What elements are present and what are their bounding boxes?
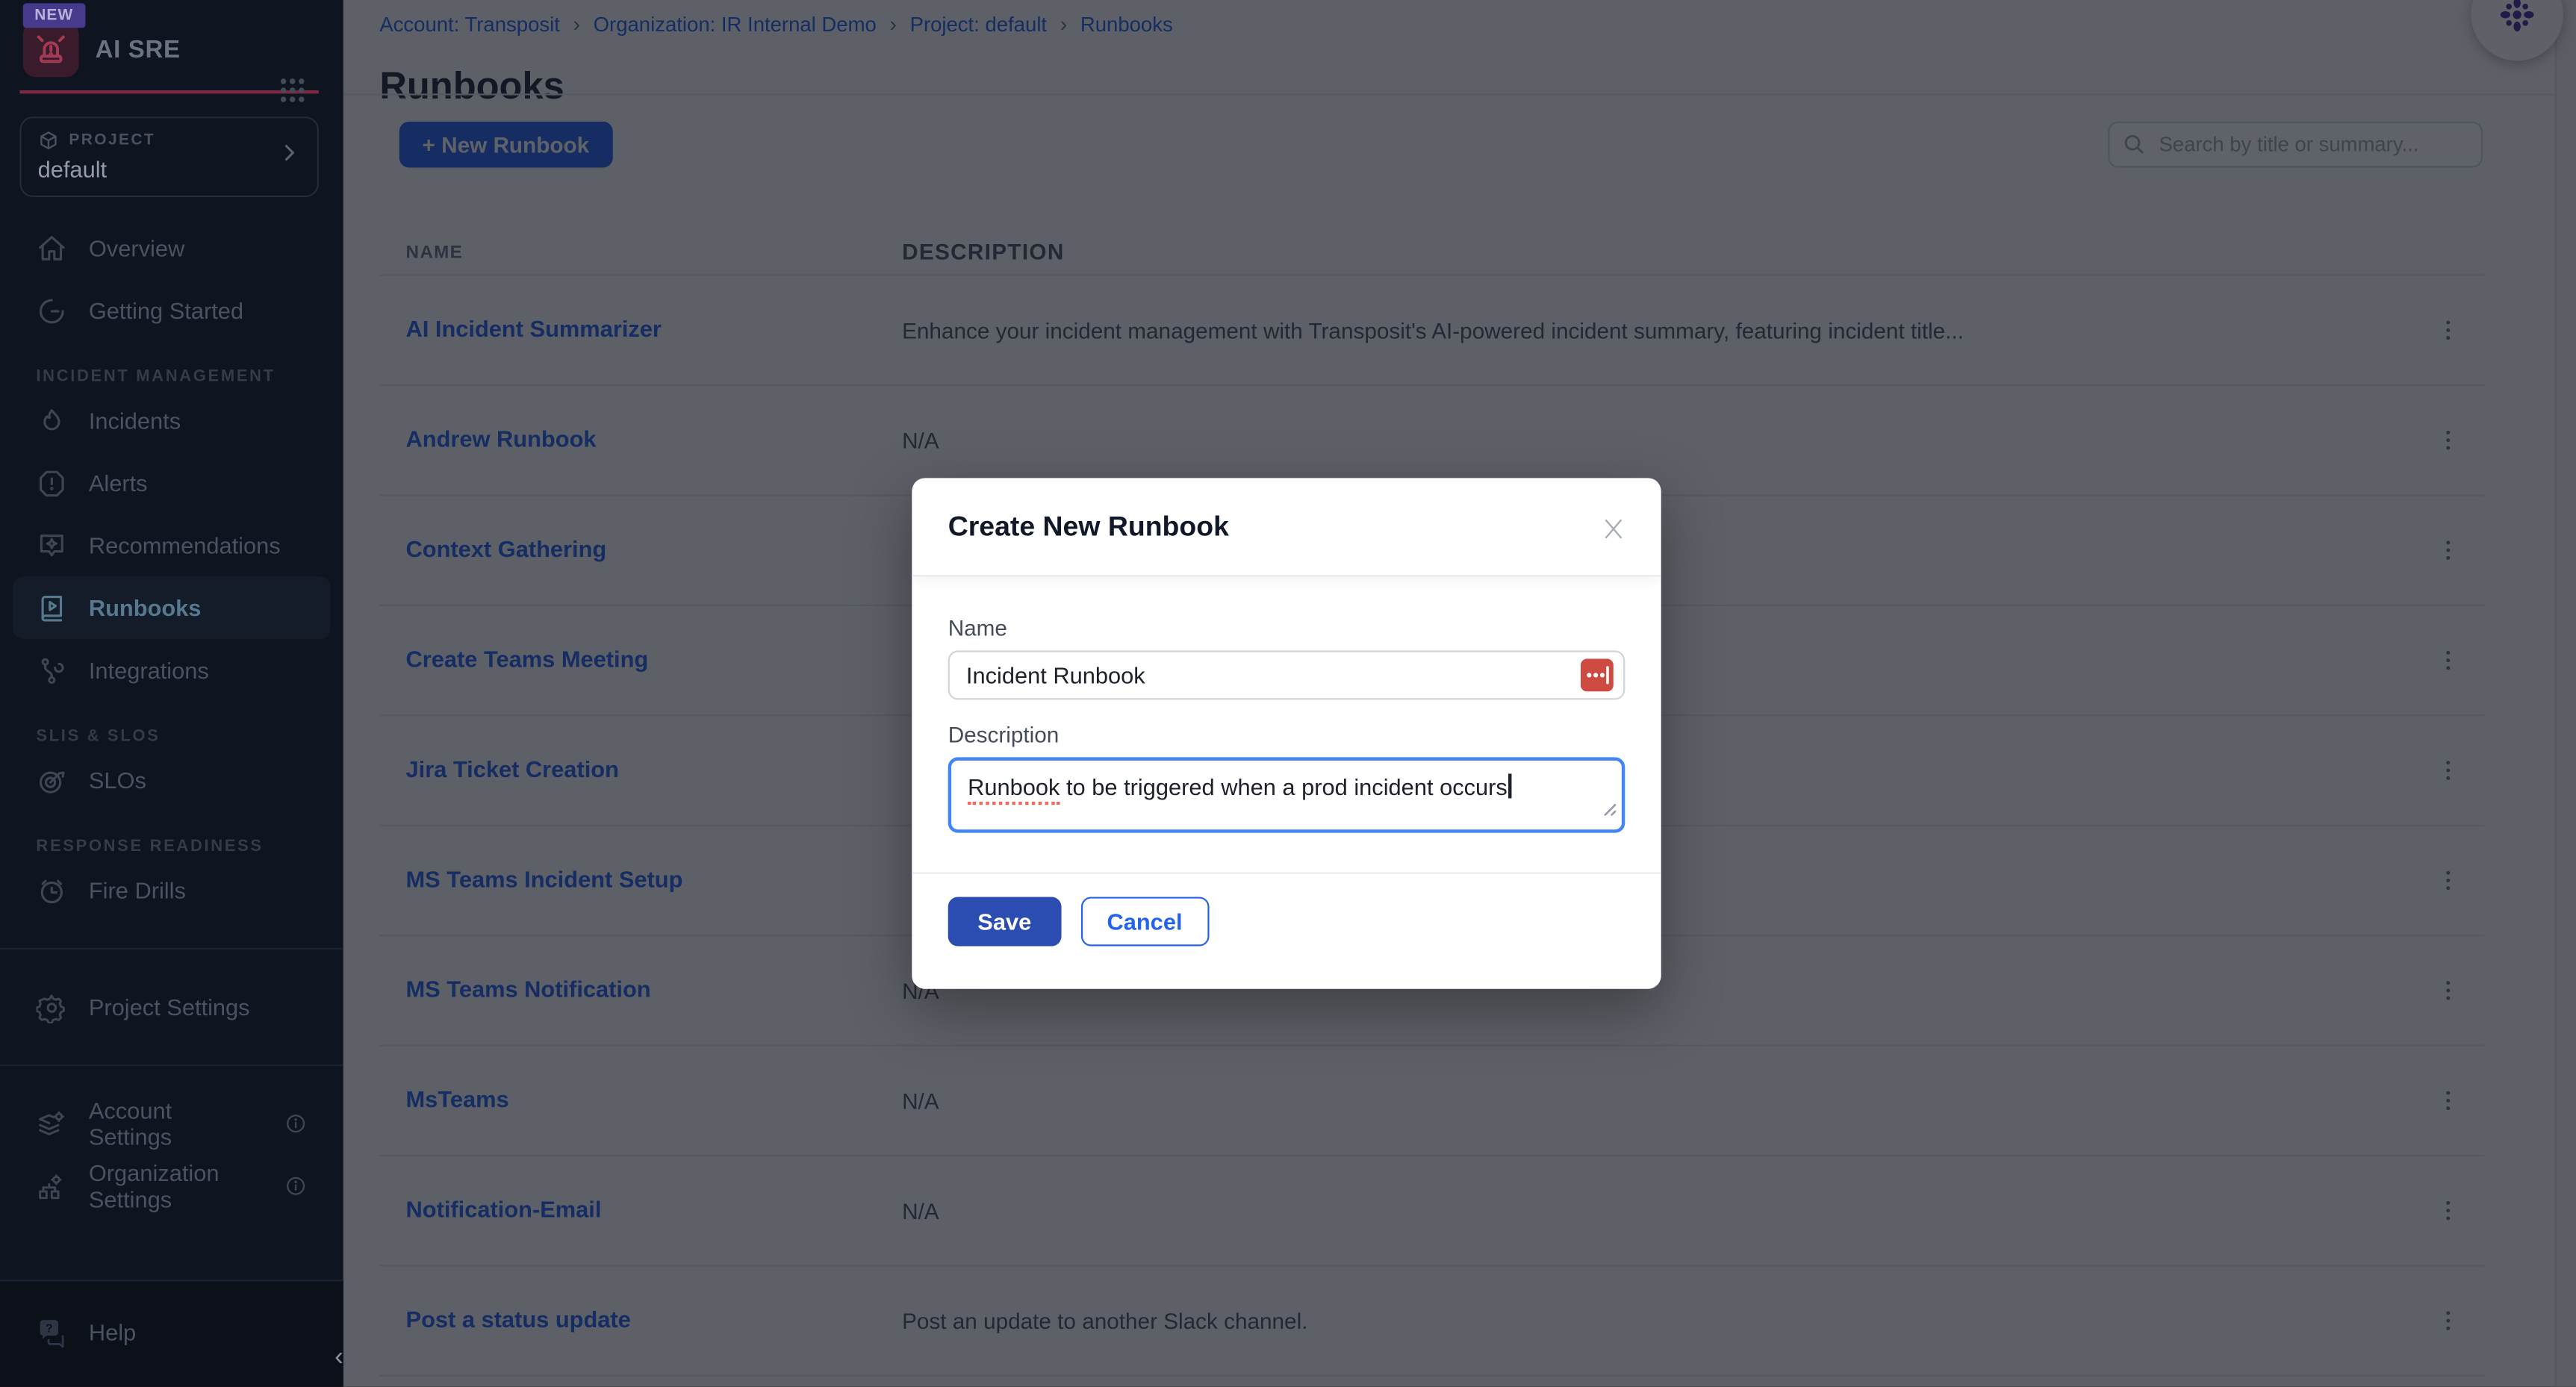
apps-grid-icon[interactable] (279, 77, 305, 108)
chevron-right-icon (278, 140, 301, 172)
sidebar-nav: Overview Getting Started INCIDENT MANAGE… (0, 197, 343, 1218)
section-response-readiness: RESPONSE READINESS (0, 838, 343, 855)
section-incident-management: INCIDENT MANAGEMENT (0, 368, 343, 386)
sidebar-divider (0, 1065, 343, 1066)
sidebar-item-label: Recommendations (89, 532, 281, 558)
modal-body: Name Description Runbook to be triggered… (912, 576, 1661, 832)
sidebar-item-label: Getting Started (89, 297, 243, 323)
sidebar-item-recommendations[interactable]: Recommendations (0, 514, 343, 577)
alarm-clock-icon (36, 875, 67, 906)
sidebar-item-project-settings[interactable]: Project Settings (0, 976, 343, 1038)
sidebar-item-runbooks[interactable]: Runbooks (13, 576, 331, 639)
create-runbook-modal: Create New Runbook Name (912, 478, 1661, 988)
sidebar-item-label: Help (89, 1319, 136, 1345)
cancel-button[interactable]: Cancel (1080, 897, 1208, 946)
description-textarea[interactable]: Runbook to be triggered when a prod inci… (948, 757, 1625, 832)
hexagon-alert-icon (36, 467, 67, 499)
modal-header: Create New Runbook (912, 478, 1661, 576)
resize-handle-icon[interactable] (1600, 792, 1617, 825)
description-label: Description (948, 723, 1625, 747)
sidebar-collapse-icon[interactable]: ‹ (332, 1341, 347, 1377)
brand-divider (19, 90, 318, 93)
sidebar-item-label: Account Settings (89, 1097, 242, 1150)
sidebar-item-label: Fire Drills (89, 877, 186, 903)
sidebar-item-label: SLOs (89, 767, 146, 794)
gear-icon (36, 991, 67, 1023)
svg-text:?: ? (46, 1322, 53, 1335)
org-chart-gear-icon (36, 1171, 67, 1202)
sidebar-item-label: Runbooks (89, 595, 202, 621)
main-content: Account: Transposit Organization: IR Int… (343, 0, 2576, 1386)
package-icon (38, 130, 60, 152)
modal-footer: Save Cancel (912, 872, 1661, 969)
layers-gear-icon (36, 1108, 67, 1139)
sidebar-item-organization-settings[interactable]: Organization Settings (0, 1155, 343, 1218)
info-icon[interactable] (284, 1112, 308, 1135)
sidebar-item-overview[interactable]: Overview (0, 216, 343, 279)
name-label: Name (948, 616, 1625, 640)
runbook-name-input[interactable] (948, 650, 1625, 699)
app-window: NEW AI SRE (0, 0, 2576, 1386)
misspelled-word: Runbook (968, 773, 1060, 805)
project-value: default (38, 156, 278, 182)
info-icon[interactable] (284, 1174, 308, 1197)
sidebar-item-account-settings[interactable]: Account Settings (0, 1092, 343, 1155)
project-selector[interactable]: PROJECT default (19, 116, 318, 197)
sidebar-item-incidents[interactable]: Incidents (0, 390, 343, 452)
sidebar-footer: ? Help (0, 1280, 343, 1386)
sidebar: NEW AI SRE (0, 0, 343, 1386)
description-text: to be triggered when a prod incident occ… (1060, 773, 1507, 800)
sidebar-item-integrations[interactable]: Integrations (0, 639, 343, 702)
integration-branch-icon (36, 655, 67, 686)
section-slis-slos: SLIS & SLOS (0, 728, 343, 746)
modal-title: Create New Runbook (948, 510, 1229, 543)
sidebar-item-label: Incidents (89, 408, 181, 434)
runbook-icon (36, 592, 67, 623)
sidebar-item-alerts[interactable]: Alerts (0, 452, 343, 514)
close-icon[interactable] (1596, 511, 1631, 552)
project-label: PROJECT (69, 131, 155, 149)
flame-icon (36, 405, 67, 436)
progress-circle-icon (36, 295, 67, 326)
sidebar-item-slos[interactable]: SLOs (0, 749, 343, 811)
target-arrow-icon (36, 764, 67, 796)
app-name: AI SRE (96, 35, 181, 63)
sidebar-item-label: Integrations (89, 657, 209, 683)
new-badge: NEW (23, 3, 85, 28)
help-bubble-icon: ? (36, 1317, 67, 1348)
password-manager-icon[interactable] (1581, 658, 1614, 699)
sidebar-item-label: Overview (89, 235, 184, 261)
sidebar-item-label: Organization Settings (89, 1160, 242, 1212)
sidebar-item-label: Alerts (89, 470, 148, 496)
home-icon (36, 232, 67, 264)
sidebar-item-getting-started[interactable]: Getting Started (0, 279, 343, 342)
siren-logo-icon (23, 22, 79, 78)
sidebar-item-label: Project Settings (89, 994, 250, 1020)
save-button[interactable]: Save (948, 897, 1061, 946)
sparkle-bubble-icon (36, 530, 67, 561)
sidebar-item-help[interactable]: ? Help (0, 1301, 343, 1364)
sidebar-divider (0, 948, 343, 950)
sidebar-item-fire-drills[interactable]: Fire Drills (0, 859, 343, 922)
text-caret (1509, 773, 1511, 798)
